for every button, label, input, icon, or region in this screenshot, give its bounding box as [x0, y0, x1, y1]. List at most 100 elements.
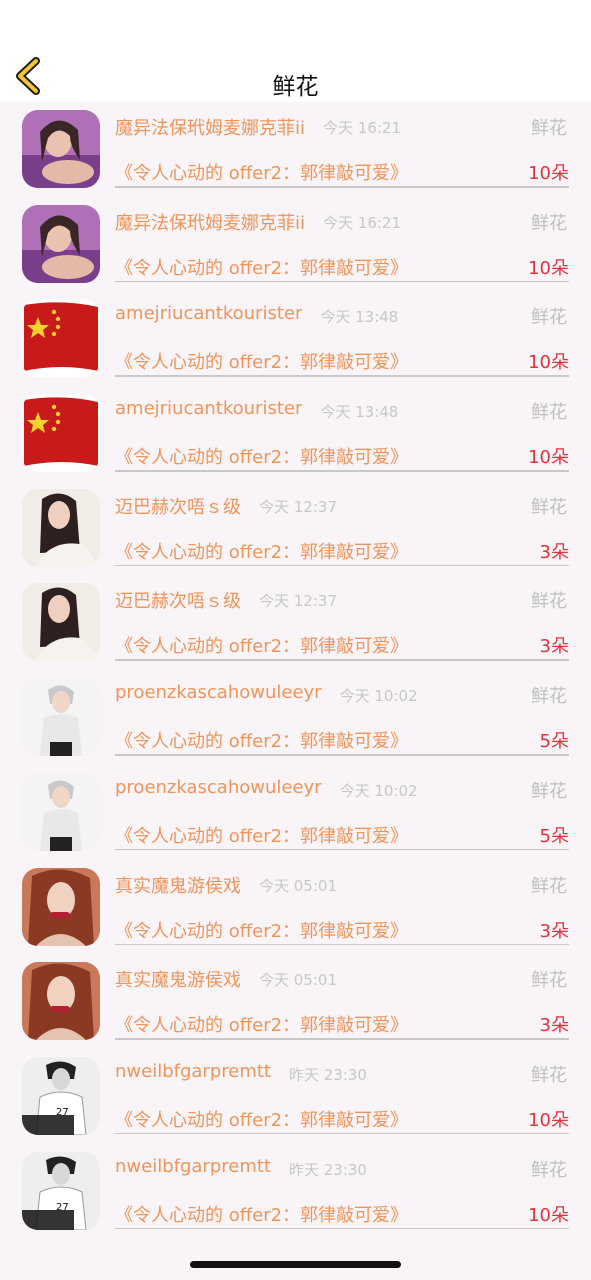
- list-item[interactable]: proenzkascahowuleeyr 今天 10:02 鲜花《令人心动的 off…: [0, 771, 591, 866]
- status-bar: 6:49: [0, 0, 591, 50]
- list-item[interactable]: 真实魔鬼游侯戏 今天 05:01 鲜花《令人心动的 offer2：郭律敲可爱》 3朵: [0, 960, 591, 1055]
- flower-count: 10朵: [528, 1204, 569, 1226]
- list-item[interactable]: 魔异法保玳姆麦娜克菲ii 今天 16:21 鲜花《令人心动的 offer2：郭律敲可…: [0, 203, 591, 298]
- sender-name[interactable]: 魔异法保玳姆麦娜克菲ii: [115, 209, 305, 235]
- timestamp: 今天 10:02: [339, 781, 418, 800]
- status-icons: [461, 24, 565, 42]
- divider: [115, 186, 569, 188]
- gift-type-label: 鲜花: [531, 496, 567, 518]
- list-item[interactable]: 迈巴赫次唔ｓ级 今天 12:37 鲜花《令人心动的 offer2：郭律敲可爱》 3朵: [0, 487, 591, 582]
- avatar[interactable]: [22, 962, 100, 1041]
- home-indicator: [190, 1261, 401, 1268]
- gift-type-label: 鲜花: [531, 1159, 567, 1181]
- timestamp: 今天 13:48: [320, 403, 399, 422]
- nav-bar: 鲜花: [0, 50, 591, 102]
- flower-count: 3朵: [539, 920, 569, 942]
- flower-count: 5朵: [539, 731, 569, 753]
- divider: [115, 659, 569, 661]
- timestamp: 今天 16:21: [323, 119, 402, 137]
- gift-type-label: 鲜花: [531, 686, 567, 708]
- avatar[interactable]: [22, 678, 100, 757]
- timestamp: 今天 05:01: [259, 876, 337, 895]
- gift-type-label: 鲜花: [531, 118, 567, 139]
- avatar[interactable]: [22, 867, 100, 946]
- avatar[interactable]: [22, 204, 100, 283]
- timestamp: 今天 16:21: [323, 213, 402, 232]
- gift-type-label: 鲜花: [531, 212, 567, 234]
- timestamp: 今天 05:01: [259, 971, 337, 990]
- flower-count: 5朵: [539, 825, 569, 847]
- show-title: 《令人心动的 offer2：郭律敲可爱》: [115, 163, 409, 184]
- timestamp: 今天 12:37: [259, 497, 337, 516]
- divider: [115, 470, 569, 472]
- divider: [115, 848, 569, 851]
- flower-count: 3朵: [539, 541, 569, 563]
- sender-name[interactable]: 真实魔鬼游侯戏: [115, 966, 241, 992]
- sender-name[interactable]: nweilbfgarpremtt: [115, 1061, 271, 1082]
- gift-type-label: 鲜花: [531, 780, 567, 802]
- avatar[interactable]: 27: [22, 1056, 100, 1135]
- timestamp: 昨天 23:30: [288, 1065, 367, 1084]
- list-item[interactable]: 真实魔鬼游侯戏 今天 05:01 鲜花 《令人心动的 offer2：郭律敲可爱》 3朵: [0, 866, 591, 961]
- sender-name[interactable]: proenzkascahowuleeyr: [115, 777, 322, 798]
- flower-count: 3朵: [539, 636, 569, 658]
- avatar[interactable]: [22, 583, 100, 662]
- avatar[interactable]: 27: [22, 1151, 100, 1230]
- divider: [115, 280, 569, 283]
- avatar[interactable]: [22, 394, 100, 473]
- divider: [115, 943, 569, 945]
- flower-count: 10朵: [528, 163, 569, 184]
- gift-type-label: 鲜花: [531, 591, 567, 613]
- list-item[interactable]: 迈巴赫次唔ｓ级 今天 12:37 鲜花《令人心动的 offer2：郭律敲可爱》 3朵: [0, 581, 591, 676]
- divider: [115, 375, 569, 377]
- list-item[interactable]: 27 nweilbfgarpremtt 昨天 23:30 鲜花 《令人心动的 offer…: [0, 1055, 591, 1150]
- page-title: 鲜花: [272, 74, 319, 100]
- sender-name[interactable]: 魔异法保玳姆麦娜克菲ii: [115, 114, 305, 140]
- timestamp: 今天 10:02: [339, 687, 418, 706]
- timestamp: 今天 12:37: [259, 592, 337, 611]
- sender-name[interactable]: amejriucantkourister: [115, 398, 302, 419]
- flower-gift-list: 魔异法保玳姆麦娜克菲ii 今天 16:21 鲜花 《令人心动的 offer2：郭律敲可…: [0, 108, 591, 1244]
- list-item[interactable]: amejriucantkourister 今天 13:48 鲜花《令人心动的 off…: [0, 392, 591, 487]
- flower-count: 10朵: [528, 257, 569, 279]
- list-item[interactable]: amejriucantkourister 今天 13:48 鲜花 《令人心动的 off…: [0, 297, 591, 392]
- avatar[interactable]: [22, 772, 100, 851]
- show-title: 《令人心动的 offer2：郭律敲可爱》: [115, 447, 409, 469]
- show-title: 《令人心动的 offer2：郭律敲可爱》: [115, 636, 409, 658]
- avatar[interactable]: [22, 110, 100, 188]
- list-item[interactable]: proenzkascahowuleeyr 今天 10:02 鲜花《令人心动的 off…: [0, 676, 591, 771]
- divider: [115, 564, 569, 567]
- show-title: 《令人心动的 offer2：郭律敲可爱》: [115, 825, 409, 847]
- battery-icon: [535, 25, 565, 41]
- avatar[interactable]: [22, 299, 100, 378]
- show-title: 《令人心动的 offer2：郭律敲可爱》: [115, 541, 409, 563]
- gift-type-label: 鲜花: [531, 402, 567, 424]
- sender-name[interactable]: 真实魔鬼游侯戏: [115, 872, 241, 898]
- flower-count: 10朵: [528, 447, 569, 469]
- divider: [115, 1227, 569, 1230]
- divider: [115, 1038, 569, 1040]
- sender-name[interactable]: proenzkascahowuleeyr: [115, 682, 322, 703]
- signal-icon: [461, 25, 487, 41]
- timestamp: 昨天 23:30: [288, 1160, 367, 1179]
- gift-type-label: 鲜花: [531, 970, 567, 992]
- flower-count: 10朵: [528, 1109, 569, 1131]
- show-title: 《令人心动的 offer2：郭律敲可爱》: [115, 257, 409, 279]
- divider: [115, 1132, 569, 1135]
- divider: [115, 754, 569, 756]
- sender-name[interactable]: nweilbfgarpremtt: [115, 1156, 271, 1177]
- show-title: 《令人心动的 offer2：郭律敲可爱》: [115, 731, 409, 753]
- flower-count: 10朵: [528, 352, 569, 374]
- flower-count: 3朵: [539, 1015, 569, 1037]
- show-title: 《令人心动的 offer2：郭律敲可爱》: [115, 352, 409, 374]
- wifi-icon: [499, 24, 523, 42]
- gift-type-label: 鲜花: [531, 307, 567, 329]
- list-item[interactable]: 27 nweilbfgarpremtt 昨天 23:30 鲜花 《令人心动的 offer…: [0, 1150, 591, 1245]
- show-title: 《令人心动的 offer2：郭律敲可爱》: [115, 1015, 409, 1037]
- sender-name[interactable]: 迈巴赫次唔ｓ级: [115, 493, 241, 519]
- list-item[interactable]: 魔异法保玳姆麦娜克菲ii 今天 16:21 鲜花《令人心动的 offer2：郭律敲可…: [0, 108, 591, 203]
- show-title: 《令人心动的 offer2：郭律敲可爱》: [115, 920, 409, 942]
- sender-name[interactable]: 迈巴赫次唔ｓ级: [115, 587, 241, 613]
- avatar[interactable]: [22, 488, 100, 567]
- sender-name[interactable]: amejriucantkourister: [115, 303, 302, 324]
